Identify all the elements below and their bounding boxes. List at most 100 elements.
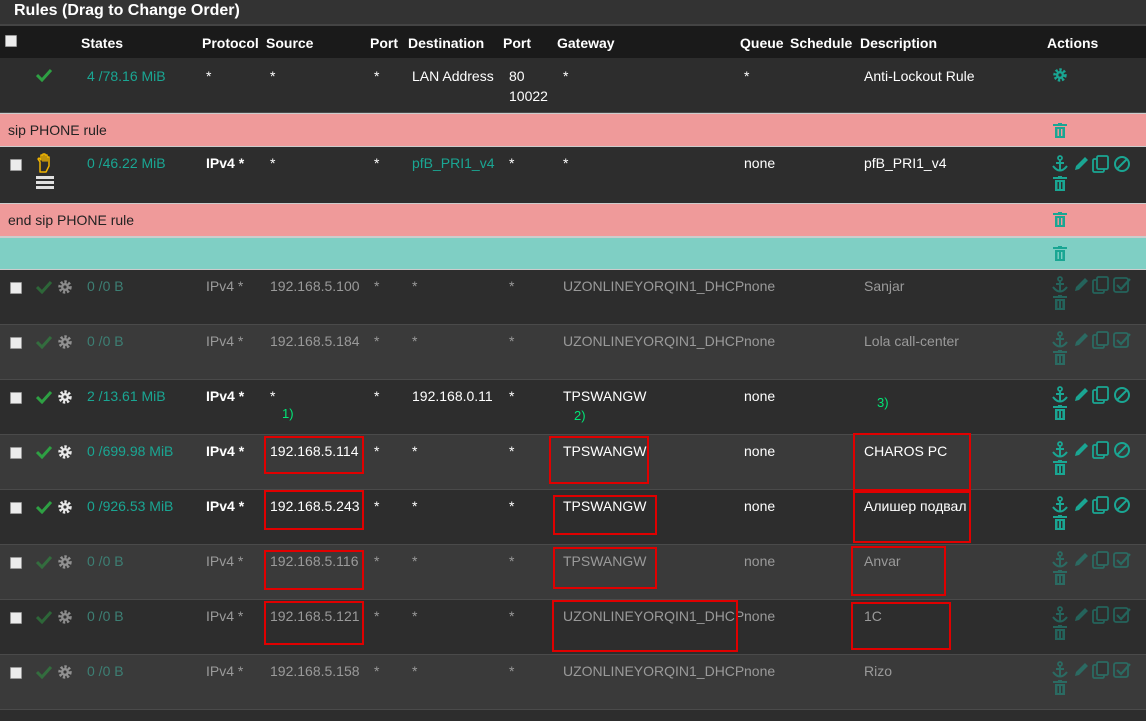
- col-destination[interactable]: Destination: [408, 35, 484, 51]
- states-value[interactable]: 0 /46.22 MiB: [87, 155, 166, 171]
- trash-icon[interactable]: [1053, 212, 1067, 227]
- table-row[interactable]: 0 /0 B IPv4 * 192.168.5.100 * * * UZONLINEYORQ…: [0, 270, 1146, 325]
- pencil-icon[interactable]: [1073, 386, 1089, 404]
- trash-icon[interactable]: [1053, 515, 1067, 530]
- anchor-icon[interactable]: [1052, 661, 1068, 679]
- col-queue[interactable]: Queue: [740, 35, 784, 51]
- rule-checkbox[interactable]: [10, 612, 22, 624]
- enable-checkbox-icon[interactable]: [1113, 551, 1131, 569]
- copy-icon[interactable]: [1092, 551, 1110, 569]
- gear-icon[interactable]: [57, 279, 73, 295]
- destination-alias-link[interactable]: pfB_PRI1_v4: [412, 155, 495, 171]
- copy-icon[interactable]: [1092, 386, 1110, 404]
- pencil-icon[interactable]: [1073, 496, 1089, 514]
- pass-check-icon[interactable]: [36, 500, 52, 514]
- gear-icon[interactable]: [57, 664, 73, 680]
- pencil-icon[interactable]: [1073, 606, 1089, 624]
- col-destination-port[interactable]: Port: [503, 35, 531, 51]
- rule-checkbox[interactable]: [10, 557, 22, 569]
- copy-icon[interactable]: [1092, 331, 1110, 349]
- states-value[interactable]: 4 /78.16 MiB: [87, 68, 166, 84]
- trash-icon[interactable]: [1053, 405, 1067, 420]
- pfb-rule-row[interactable]: 0 /46.22 MiB IPv4 * * * pfB_PRI1_v4 * * …: [0, 147, 1146, 203]
- trash-icon[interactable]: [1053, 350, 1067, 365]
- states-value[interactable]: 0 /0 B: [87, 608, 124, 624]
- gear-icon[interactable]: [57, 609, 73, 625]
- enable-checkbox-icon[interactable]: [1113, 661, 1131, 679]
- anchor-icon[interactable]: [1052, 606, 1068, 624]
- trash-icon[interactable]: [1053, 176, 1067, 191]
- pencil-icon[interactable]: [1073, 276, 1089, 294]
- table-row[interactable]: 0 /0 B IPv4 * 192.168.5.158 * * * UZONLINEYORQ…: [0, 655, 1146, 710]
- table-row[interactable]: 0 /926.53 MiB IPv4 * 192.168.5.243 * * * TPSWA…: [0, 490, 1146, 545]
- table-row[interactable]: 0 /0 B IPv4 * 192.168.5.121 * * * UZONLINEYORQ…: [0, 600, 1146, 655]
- table-row[interactable]: 2 /13.61 MiB IPv4 * * * 192.168.0.11 * TPSWANG…: [0, 380, 1146, 435]
- rule-checkbox[interactable]: [10, 502, 22, 514]
- states-value[interactable]: 0 /0 B: [87, 278, 124, 294]
- pass-check-icon[interactable]: [36, 665, 52, 679]
- states-value[interactable]: 0 /926.53 MiB: [87, 498, 173, 514]
- col-description[interactable]: Description: [860, 35, 937, 51]
- trash-icon[interactable]: [1053, 123, 1067, 138]
- pass-check-icon[interactable]: [36, 610, 52, 624]
- states-value[interactable]: 0 /0 B: [87, 553, 124, 569]
- anchor-icon[interactable]: [1052, 496, 1068, 514]
- enable-checkbox-icon[interactable]: [1113, 606, 1131, 624]
- table-row[interactable]: 0 /0 B IPv4 * 192.168.5.116 * * * TPSWANGW none…: [0, 545, 1146, 600]
- enable-checkbox-icon[interactable]: [1113, 331, 1131, 349]
- trash-icon[interactable]: [1053, 570, 1067, 585]
- states-value[interactable]: 0 /0 B: [87, 333, 124, 349]
- disable-ban-icon[interactable]: [1113, 155, 1131, 173]
- gear-icon[interactable]: [57, 499, 73, 515]
- gear-icon[interactable]: [57, 554, 73, 570]
- pass-check-icon[interactable]: [36, 280, 52, 294]
- anchor-icon[interactable]: [1052, 331, 1068, 349]
- col-port[interactable]: Port: [370, 35, 398, 51]
- anchor-icon[interactable]: [1052, 386, 1068, 404]
- gear-icon[interactable]: [57, 444, 73, 460]
- col-schedule[interactable]: Schedule: [790, 35, 852, 51]
- trash-icon[interactable]: [1053, 625, 1067, 640]
- gear-icon[interactable]: [57, 334, 73, 350]
- copy-icon[interactable]: [1092, 606, 1110, 624]
- rule-checkbox[interactable]: [10, 667, 22, 679]
- disable-ban-icon[interactable]: [1113, 386, 1131, 404]
- pass-check-icon[interactable]: [36, 335, 52, 349]
- pass-check-icon[interactable]: [36, 445, 52, 459]
- pencil-icon[interactable]: [1073, 661, 1089, 679]
- separator-row[interactable]: sip PHONE rule: [0, 113, 1146, 147]
- trash-icon[interactable]: [1053, 246, 1067, 261]
- table-row[interactable]: 0 /699.98 MiB IPv4 * 192.168.5.114 * * * TPSWA…: [0, 435, 1146, 490]
- rule-checkbox[interactable]: [10, 447, 22, 459]
- pencil-icon[interactable]: [1073, 155, 1089, 173]
- copy-icon[interactable]: [1092, 441, 1110, 459]
- disable-ban-icon[interactable]: [1113, 441, 1131, 459]
- col-gateway[interactable]: Gateway: [557, 35, 615, 51]
- pass-check-icon[interactable]: [36, 555, 52, 569]
- separator-row[interactable]: end sip PHONE rule: [0, 203, 1146, 237]
- copy-icon[interactable]: [1092, 496, 1110, 514]
- disable-ban-icon[interactable]: [1113, 496, 1131, 514]
- col-source[interactable]: Source: [266, 35, 313, 51]
- enable-checkbox-icon[interactable]: [1113, 276, 1131, 294]
- anchor-icon[interactable]: [1052, 441, 1068, 459]
- states-value[interactable]: 0 /0 B: [87, 663, 124, 679]
- pass-check-icon[interactable]: [36, 390, 52, 404]
- copy-icon[interactable]: [1092, 155, 1110, 173]
- table-row[interactable]: 0 /0 B IPv4 * 192.168.5.184 * * * UZONLINEYORQ…: [0, 325, 1146, 380]
- rule-checkbox[interactable]: [10, 337, 22, 349]
- trash-icon[interactable]: [1053, 680, 1067, 695]
- anchor-icon[interactable]: [1052, 276, 1068, 294]
- anchor-icon[interactable]: [1052, 155, 1068, 173]
- pencil-icon[interactable]: [1073, 331, 1089, 349]
- rule-checkbox[interactable]: [10, 159, 22, 171]
- copy-icon[interactable]: [1092, 276, 1110, 294]
- trash-icon[interactable]: [1053, 460, 1067, 475]
- copy-icon[interactable]: [1092, 661, 1110, 679]
- states-value[interactable]: 2 /13.61 MiB: [87, 388, 166, 404]
- col-protocol[interactable]: Protocol: [202, 35, 259, 51]
- pencil-icon[interactable]: [1073, 441, 1089, 459]
- rule-checkbox[interactable]: [10, 392, 22, 404]
- gear-icon[interactable]: [57, 389, 73, 405]
- states-value[interactable]: 0 /699.98 MiB: [87, 443, 173, 459]
